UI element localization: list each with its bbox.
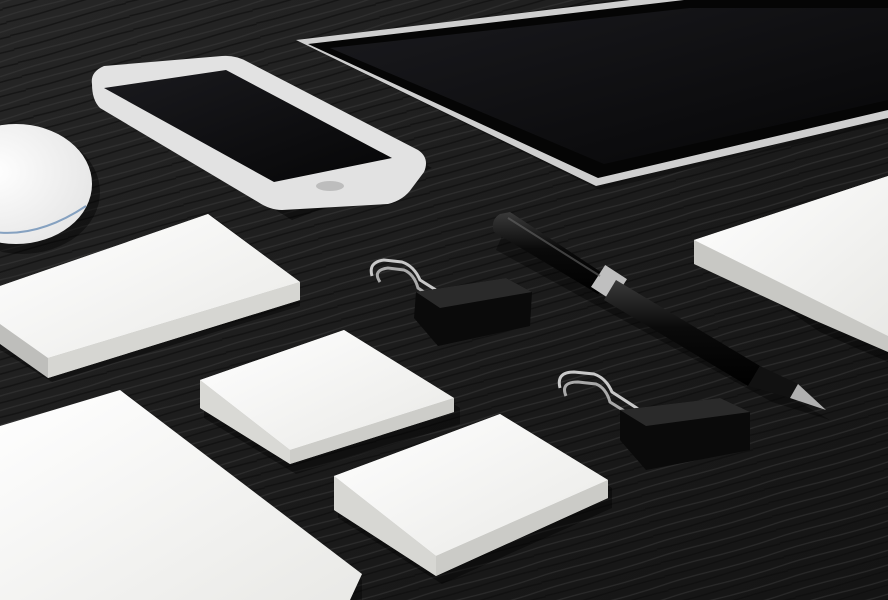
home-button: [316, 181, 344, 191]
desk-illustration: [0, 0, 888, 600]
desk-scene: [0, 0, 888, 600]
